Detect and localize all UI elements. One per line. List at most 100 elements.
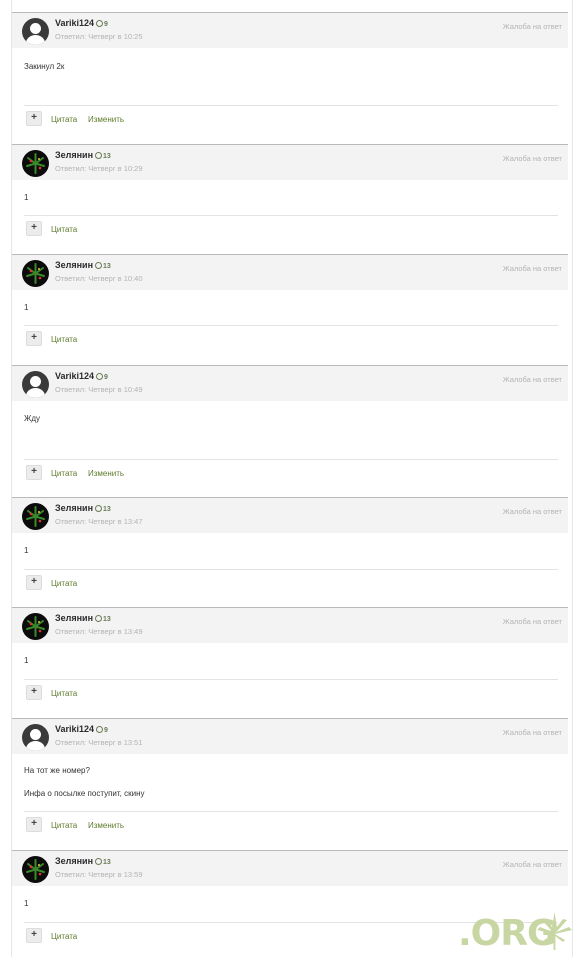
reputation-count: 13 bbox=[103, 616, 111, 623]
post-meta: Ответил: Четверг в 13:59 bbox=[55, 870, 143, 879]
post-body: 1 bbox=[12, 643, 568, 666]
reputation-icon bbox=[95, 614, 103, 622]
post: Зелянин 13 Ответил: Четверг в 13:49 Жалоб… bbox=[12, 607, 568, 700]
reputation-icon bbox=[96, 19, 104, 27]
quote-button[interactable]: Цитата bbox=[51, 225, 77, 234]
quote-button[interactable]: Цитата bbox=[51, 579, 77, 588]
post-author[interactable]: Зелянин bbox=[55, 856, 93, 866]
report-link[interactable]: Жалоба на ответ bbox=[503, 264, 562, 273]
report-link[interactable]: Жалоба на ответ bbox=[503, 617, 562, 626]
plus-button[interactable]: + bbox=[26, 221, 42, 236]
post-author[interactable]: Variki124 bbox=[55, 724, 94, 734]
quote-button[interactable]: Цитата bbox=[51, 115, 77, 124]
plus-button[interactable]: + bbox=[26, 465, 42, 480]
post-body: 1 bbox=[12, 180, 568, 203]
post-body: Жду bbox=[12, 401, 568, 424]
plus-button[interactable]: + bbox=[26, 575, 42, 590]
reputation-count: 9 bbox=[104, 21, 108, 28]
report-link[interactable]: Жалоба на ответ bbox=[503, 728, 562, 737]
post-text: Жду bbox=[24, 414, 41, 423]
avatar[interactable] bbox=[22, 150, 49, 177]
reputation-badge: 9 bbox=[96, 372, 108, 381]
post-header: Зелянин 13 Ответил: Четверг в 10:29 Жалоб… bbox=[12, 144, 568, 180]
edit-button[interactable]: Изменить bbox=[88, 821, 124, 830]
post: Variki124 9 Ответил: Четверг в 13:51 Жало… bbox=[12, 718, 568, 832]
post-text: 1 bbox=[24, 656, 29, 665]
avatar[interactable] bbox=[22, 613, 49, 640]
reputation-badge: 13 bbox=[95, 857, 111, 866]
post-meta: Ответил: Четверг в 10:49 bbox=[55, 385, 143, 394]
reputation-count: 13 bbox=[103, 153, 111, 160]
post: Variki124 9 Ответил: Четверг в 10:25 Жало… bbox=[12, 12, 568, 126]
post-header: Зелянин 13 Ответил: Четверг в 13:59 Жалоб… bbox=[12, 850, 568, 886]
post-author[interactable]: Зелянин bbox=[55, 260, 93, 270]
post-body: 1 bbox=[12, 533, 568, 556]
reputation-icon bbox=[95, 857, 103, 865]
reputation-count: 13 bbox=[103, 506, 111, 513]
post-author[interactable]: Variki124 bbox=[55, 371, 94, 381]
post: Зелянин 13 Ответил: Четверг в 10:29 Жалоб… bbox=[12, 144, 568, 236]
quote-button[interactable]: Цитата bbox=[51, 689, 77, 698]
post-footer: + Цитата bbox=[24, 215, 558, 241]
report-link[interactable]: Жалоба на ответ bbox=[503, 375, 562, 384]
plus-button[interactable]: + bbox=[26, 111, 42, 126]
reputation-badge: 13 bbox=[95, 261, 111, 270]
reputation-icon bbox=[95, 261, 103, 269]
avatar[interactable] bbox=[22, 856, 49, 883]
post-footer: + Цитата Изменить bbox=[24, 105, 558, 131]
post-header: Зелянин 13 Ответил: Четверг в 13:47 Жалоб… bbox=[12, 497, 568, 533]
post-meta: Ответил: Четверг в 10:25 bbox=[55, 32, 143, 41]
post-meta: Ответил: Четверг в 13:51 bbox=[55, 738, 143, 747]
avatar[interactable] bbox=[22, 371, 49, 398]
quote-button[interactable]: Цитата bbox=[51, 335, 77, 344]
post: Зелянин 13 Ответил: Четверг в 13:59 Жалоб… bbox=[12, 850, 568, 943]
reputation-icon bbox=[96, 372, 104, 380]
avatar[interactable] bbox=[22, 18, 49, 45]
plus-button[interactable]: + bbox=[26, 928, 42, 943]
plus-button[interactable]: + bbox=[26, 817, 42, 832]
post-author[interactable]: Зелянин bbox=[55, 613, 93, 623]
avatar[interactable] bbox=[22, 724, 49, 751]
plus-button[interactable]: + bbox=[26, 331, 42, 346]
post-author[interactable]: Зелянин bbox=[55, 503, 93, 513]
report-link[interactable]: Жалоба на ответ bbox=[503, 507, 562, 516]
reputation-badge: 9 bbox=[96, 19, 108, 28]
reputation-count: 9 bbox=[104, 727, 108, 734]
post-body: 1 bbox=[12, 886, 568, 909]
post-body: Закинул 2к bbox=[12, 48, 568, 72]
report-link[interactable]: Жалоба на ответ bbox=[503, 22, 562, 31]
cannabis-leaf-icon bbox=[537, 912, 572, 950]
post-meta: Ответил: Четверг в 10:29 bbox=[55, 164, 143, 173]
post-author[interactable]: Variki124 bbox=[55, 18, 94, 28]
plus-button[interactable]: + bbox=[26, 685, 42, 700]
quote-button[interactable]: Цитата bbox=[51, 821, 77, 830]
reputation-icon bbox=[95, 504, 103, 512]
post-body: 1 bbox=[12, 290, 568, 313]
post-body: На тот же номер? Инфа о посылке поступит… bbox=[12, 754, 568, 799]
reputation-icon bbox=[95, 151, 103, 159]
post-text: 1 bbox=[24, 546, 29, 555]
post-author[interactable]: Зелянин bbox=[55, 150, 93, 160]
report-link[interactable]: Жалоба на ответ bbox=[503, 860, 562, 869]
post-text: 1 bbox=[24, 899, 29, 908]
post: Зелянин 13 Ответил: Четверг в 10:40 Жалоб… bbox=[12, 254, 568, 346]
post-footer: + Цитата Изменить bbox=[24, 811, 558, 837]
report-link[interactable]: Жалоба на ответ bbox=[503, 154, 562, 163]
avatar[interactable] bbox=[22, 503, 49, 530]
post-footer: + Цитата bbox=[24, 569, 558, 595]
reputation-badge: 13 bbox=[95, 614, 111, 623]
quote-button[interactable]: Цитата bbox=[51, 469, 77, 478]
post-footer: + Цитата bbox=[24, 325, 558, 351]
post-footer: + Цитата Изменить bbox=[24, 459, 558, 485]
reputation-count: 9 bbox=[104, 374, 108, 381]
edit-button[interactable]: Изменить bbox=[88, 469, 124, 478]
post-header: Зелянин 13 Ответил: Четверг в 13:49 Жалоб… bbox=[12, 607, 568, 643]
quote-button[interactable]: Цитата bbox=[51, 932, 77, 941]
post-text: На тот же номер? bbox=[24, 766, 90, 775]
site-watermark: .ORG bbox=[458, 910, 573, 954]
post-text: Закинул 2к bbox=[24, 62, 65, 71]
avatar[interactable] bbox=[22, 260, 49, 287]
reputation-badge: 13 bbox=[95, 151, 111, 160]
edit-button[interactable]: Изменить bbox=[88, 115, 124, 124]
post-meta: Ответил: Четверг в 10:40 bbox=[55, 274, 143, 283]
